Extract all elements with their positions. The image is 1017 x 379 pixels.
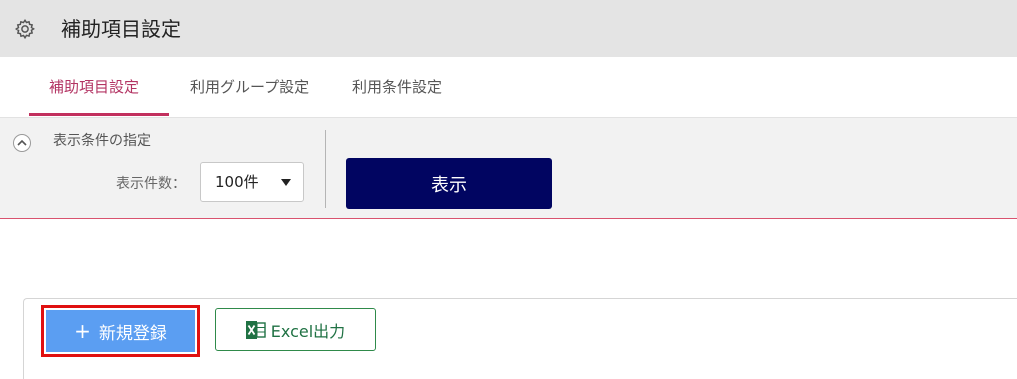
excel-export-label: Excel出力 <box>270 321 346 341</box>
tab-bar: 補助項目設定 利用グループ設定 利用条件設定 <box>0 57 1017 117</box>
count-select[interactable]: 100件 <box>200 162 304 202</box>
new-register-button[interactable]: + 新規登録 <box>46 310 195 352</box>
count-select-value: 100件 <box>215 173 259 191</box>
dropdown-arrow-icon <box>281 179 291 186</box>
show-button-label: 表示 <box>431 174 467 196</box>
gear-icon <box>14 18 36 40</box>
tab-usage-groups[interactable]: 利用グループ設定 <box>190 77 309 97</box>
divider <box>325 130 326 208</box>
plus-icon: + <box>74 319 91 343</box>
tab-auxiliary-items[interactable]: 補助項目設定 <box>49 77 139 97</box>
filter-title: 表示条件の指定 <box>53 133 151 149</box>
page-header: 補助項目設定 <box>0 0 1017 57</box>
excel-export-button[interactable]: Excel出力 <box>215 308 376 351</box>
new-register-label: 新規登録 <box>98 323 167 344</box>
tab-usage-conditions[interactable]: 利用条件設定 <box>352 77 442 97</box>
collapse-toggle[interactable] <box>13 134 31 152</box>
active-tab-indicator <box>29 113 169 116</box>
show-button[interactable]: 表示 <box>346 158 552 209</box>
count-label: 表示件数： <box>116 176 186 192</box>
excel-icon <box>245 320 266 339</box>
page-title: 補助項目設定 <box>61 17 181 41</box>
new-button-highlight: + 新規登録 <box>41 305 200 357</box>
filter-panel: 表示条件の指定 表示件数： 100件 表示 <box>0 117 1017 219</box>
